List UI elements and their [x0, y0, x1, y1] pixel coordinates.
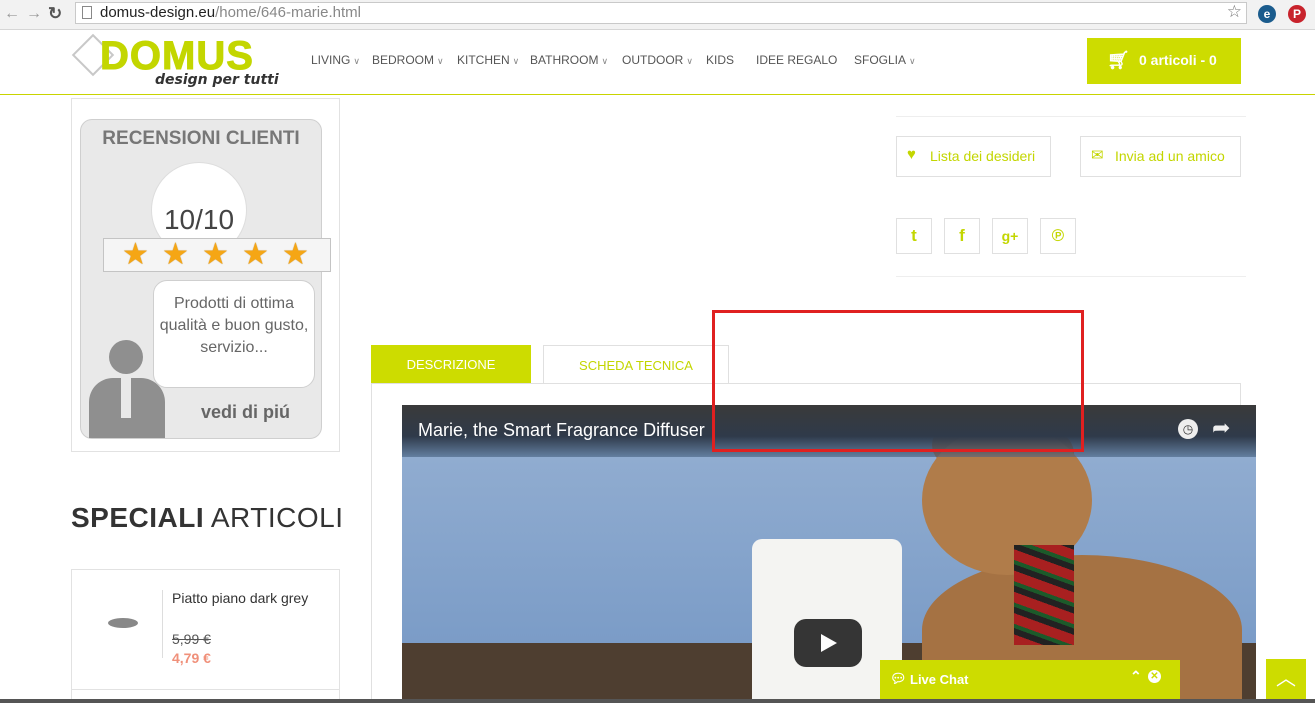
menu-item-living[interactable]: LIVING ∨ [311, 52, 360, 69]
chevron-down-icon: ∨ [601, 56, 609, 66]
menu-item-kitchen[interactable]: KITCHEN ∨ [457, 52, 519, 69]
tab-description[interactable]: DESCRIZIONE [371, 345, 531, 383]
see-more-link[interactable]: vedi di piú [201, 402, 290, 423]
review-score: 10/10 [163, 204, 235, 235]
menu-item-bedroom[interactable]: BEDROOM ∨ [372, 52, 444, 69]
chevron-down-icon: ∨ [909, 56, 916, 66]
url-domain: domus-design.eu [100, 4, 216, 21]
star-icon: ★ [162, 238, 189, 271]
live-chat-label: Live Chat [910, 672, 969, 687]
google-plus-icon: g+ [1001, 228, 1019, 244]
address-bar[interactable]: domus-design.eu/home/646-marie.html ☆ [75, 2, 1247, 24]
site-header: DOMUS design per tutti LIVING ∨ BEDROOM ∨ … [0, 30, 1315, 95]
envelope-icon: ✉ [1091, 147, 1104, 164]
product-thumbnail[interactable] [108, 618, 138, 628]
menu-label: SFOGLIA [854, 53, 907, 67]
divider [896, 276, 1246, 277]
menu-label: BEDROOM [372, 53, 435, 67]
chat-bubble-icon: 💬︎ [890, 671, 907, 686]
pinterest-icon: ℗ [1051, 226, 1065, 245]
tab-technical-sheet[interactable]: SCHEDA TECNICA [543, 345, 729, 383]
browser-toolbar: ← → ↻ domus-design.eu/home/646-marie.htm… [0, 0, 1315, 30]
reload-icon[interactable]: ↻ [48, 4, 62, 24]
url-path: /home/646-marie.html [215, 4, 361, 21]
twitter-share-button[interactable]: t [896, 218, 932, 254]
extension-e-icon[interactable]: e [1258, 5, 1276, 23]
cart-icon: 🛒︎ [1107, 50, 1130, 70]
menu-item-sfoglia[interactable]: SFOGLIA ∨ [854, 52, 916, 69]
star-icon: ★ [242, 238, 269, 271]
forward-arrow-icon[interactable]: → [26, 4, 42, 24]
live-chat-bar[interactable]: 💬︎ Live Chat ⌃ ✕ [880, 660, 1180, 699]
menu-item-idee-regalo[interactable]: IDEE REGALO [756, 52, 837, 68]
highlight-rectangle [712, 310, 1084, 452]
back-arrow-icon[interactable]: ← [4, 4, 20, 24]
chevron-down-icon: ∨ [437, 56, 444, 66]
logo-tagline: design per tutti [155, 72, 279, 88]
bookmark-star-icon[interactable]: ☆ [1227, 2, 1242, 22]
chevron-down-icon: ∨ [353, 56, 360, 66]
menu-label: LIVING [311, 53, 351, 67]
wishlist-label: Lista dei desideri [930, 148, 1036, 164]
scroll-to-top-button[interactable]: ︿ [1266, 659, 1306, 699]
google-plus-share-button[interactable]: g+ [992, 218, 1028, 254]
person-head-icon [109, 340, 143, 374]
pinterest-extension-icon[interactable]: P [1288, 5, 1306, 23]
star-icon: ★ [122, 238, 149, 271]
menu-label: BATHROOM [530, 53, 599, 67]
divider [896, 116, 1246, 117]
facebook-icon: f [959, 226, 965, 245]
send-to-friend-label: Invia ad un amico [1115, 148, 1225, 164]
cart-label: 0 articoli - 0 [1139, 52, 1217, 68]
heart-icon: ♥ [907, 146, 916, 163]
cart-button[interactable]: 🛒︎ 0 articoli - 0 [1087, 38, 1241, 84]
menu-item-outdoor[interactable]: OUTDOOR ∨ [622, 52, 693, 69]
speech-bubble: Prodotti di ottima qualità e buon gusto,… [153, 280, 315, 388]
twitter-icon: t [911, 226, 917, 245]
send-to-friend-button[interactable]: ✉ Invia ad un amico [1080, 136, 1241, 177]
specials-heading-light: ARTICOLI [210, 502, 344, 533]
chevron-down-icon: ∨ [512, 56, 520, 66]
url-text: domus-design.eu/home/646-marie.html [100, 3, 361, 23]
menu-item-bathroom[interactable]: BATHROOM ∨ [530, 52, 608, 69]
stars-ribbon: ★ ★ ★ ★ ★ [103, 238, 331, 272]
product-new-price: 4,79 € [172, 650, 211, 666]
reviews-widget[interactable]: RECENSIONI CLIENTI 10/10 ★ ★ ★ ★ ★ Prodo… [71, 98, 340, 452]
close-icon[interactable]: ✕ [1148, 670, 1161, 683]
divider [162, 590, 163, 658]
reviews-title: RECENSIONI CLIENTI [102, 128, 300, 149]
share-icon[interactable]: ➦ [1212, 415, 1230, 441]
menu-label: OUTDOOR [622, 53, 684, 67]
os-taskbar [0, 699, 1315, 703]
chevron-up-icon: ︿ [1276, 668, 1296, 690]
wishlist-button[interactable]: ♥ Lista dei desideri [896, 136, 1051, 177]
page-icon [82, 6, 92, 19]
divider [71, 689, 340, 690]
teddy-bear-scarf [1014, 545, 1074, 645]
menu-label: IDEE REGALO [756, 53, 838, 67]
review-quote: Prodotti di ottima qualità e buon gusto,… [159, 295, 309, 356]
watch-later-icon[interactable]: ◷ [1178, 419, 1198, 439]
pinterest-share-button[interactable]: ℗ [1040, 218, 1076, 254]
specials-heading-bold: SPECIALI [71, 502, 205, 533]
person-tie-icon [121, 378, 131, 418]
specials-list: Piatto piano dark grey 5,99 € 4,79 € [71, 569, 340, 703]
product-name-link[interactable]: Piatto piano dark grey [172, 590, 312, 606]
menu-label: KIDS [706, 53, 735, 67]
video-title[interactable]: Marie, the Smart Fragrance Diffuser [418, 420, 705, 441]
star-icon: ★ [282, 238, 309, 271]
reviews-card: RECENSIONI CLIENTI 10/10 ★ ★ ★ ★ ★ Prodo… [80, 119, 331, 439]
menu-item-kids[interactable]: KIDS [706, 52, 734, 68]
specials-heading: SPECIALI ARTICOLI [71, 502, 344, 534]
chevron-up-icon[interactable]: ⌃ [1130, 668, 1142, 685]
facebook-share-button[interactable]: f [944, 218, 980, 254]
menu-label: KITCHEN [457, 53, 510, 67]
chevron-down-icon: ∨ [686, 56, 693, 66]
play-button[interactable] [794, 619, 862, 667]
product-old-price: 5,99 € [172, 631, 211, 647]
star-icon: ★ [202, 238, 229, 271]
